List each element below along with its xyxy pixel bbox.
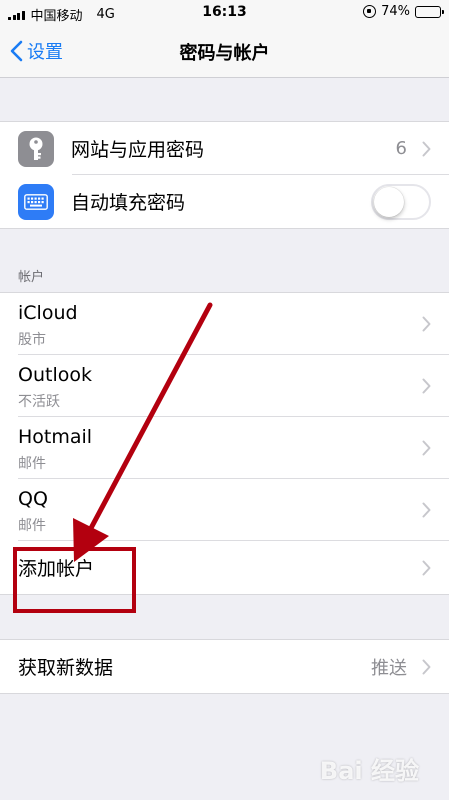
battery-icon <box>415 5 444 18</box>
account-row-qq[interactable]: QQ 邮件 <box>0 479 449 541</box>
fetch-new-data-value: 推送 <box>371 657 407 679</box>
autofill-passwords-row: 自动填充密码 <box>0 175 449 228</box>
account-subtitle: 股市 <box>18 332 46 348</box>
autofill-passwords-label: 自动填充密码 <box>71 192 186 214</box>
key-icon <box>18 130 54 167</box>
account-title: Hotmail <box>18 426 93 448</box>
watermark: Bai 经验 <box>319 757 419 785</box>
chevron-right-icon <box>422 378 431 394</box>
account-title: iCloud <box>18 302 78 324</box>
page-title: 密码与帐户 <box>179 43 270 64</box>
chevron-right-icon <box>422 560 431 575</box>
chevron-right-icon <box>422 659 431 674</box>
password-count: 6 <box>395 138 407 159</box>
website-app-passwords-label: 网站与应用密码 <box>71 139 205 161</box>
battery-percent: 74% <box>381 4 410 19</box>
account-subtitle: 邮件 <box>18 456 46 472</box>
annotation-highlight-box <box>13 547 136 613</box>
website-app-passwords-row[interactable]: 网站与应用密码 6 <box>0 122 449 175</box>
rotation-lock-icon <box>363 5 377 18</box>
chevron-right-icon <box>422 440 431 456</box>
autofill-toggle[interactable] <box>371 183 431 220</box>
chevron-right-icon <box>422 316 431 332</box>
account-title: QQ <box>18 488 48 510</box>
chevron-right-icon <box>422 502 431 518</box>
account-row-outlook[interactable]: Outlook 不活跃 <box>0 355 449 417</box>
account-title: Outlook <box>18 364 92 386</box>
account-row-icloud[interactable]: iCloud 股市 <box>0 293 449 355</box>
navigation-bar: 设置 密码与帐户 <box>0 26 449 78</box>
keyboard-icon <box>18 183 54 220</box>
passwords-group: 网站与应用密码 6 自动填充密码 <box>0 121 449 229</box>
account-subtitle: 不活跃 <box>18 394 60 410</box>
fetch-new-data-row[interactable]: 获取新数据 推送 <box>0 640 449 693</box>
status-bar: 中国移动 4G 16:13 74% <box>0 0 449 26</box>
account-subtitle: 邮件 <box>18 518 46 534</box>
fetch-new-data-label: 获取新数据 <box>18 657 114 679</box>
fetch-group: 获取新数据 推送 <box>0 639 449 694</box>
account-row-hotmail[interactable]: Hotmail 邮件 <box>0 417 449 479</box>
chevron-right-icon <box>422 141 431 156</box>
accounts-section-header: 帐户 <box>18 270 45 285</box>
